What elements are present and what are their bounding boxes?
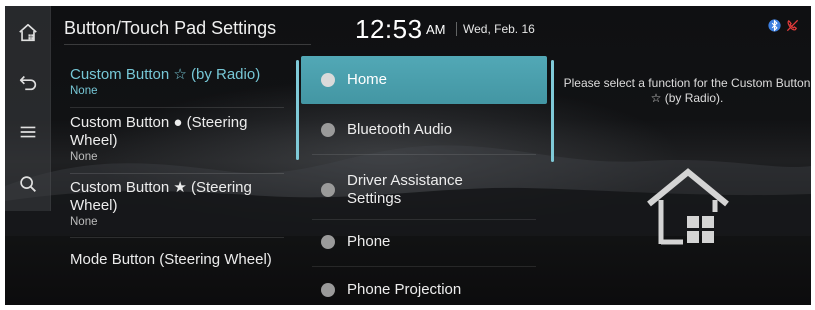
radio-selected-icon: [321, 73, 335, 87]
search-button[interactable]: [5, 161, 51, 207]
option-driver-assistance[interactable]: Driver Assistance Settings: [301, 161, 547, 219]
back-button[interactable]: [5, 59, 51, 105]
nav-rail: [5, 6, 51, 211]
phone-muted-icon: [786, 19, 799, 32]
option-label: Home: [347, 71, 388, 88]
clock-time: 12:53: [355, 14, 423, 44]
setting-label: Mode Button (Steering Wheel): [70, 251, 272, 268]
setting-divider: [70, 173, 284, 174]
home-button[interactable]: [5, 10, 51, 56]
setting-custom-button-radio[interactable]: Custom Button ☆ (by Radio) None: [70, 66, 290, 97]
title-divider: [64, 44, 311, 45]
setting-custom-button-steering-star[interactable]: Custom Button ★ (Steering Wheel) None: [70, 179, 290, 228]
setting-value: None: [70, 151, 98, 163]
options-scrollbar[interactable]: [551, 60, 554, 162]
option-bluetooth-audio[interactable]: Bluetooth Audio: [301, 106, 547, 154]
setting-label: Custom Button ● (Steering Wheel): [70, 114, 248, 149]
back-icon: [19, 75, 37, 91]
option-phone[interactable]: Phone: [301, 218, 547, 266]
option-label: Phone: [347, 233, 391, 250]
radio-icon: [321, 235, 335, 249]
option-label: Bluetooth Audio: [347, 121, 453, 138]
option-label: Phone Projection: [347, 281, 462, 298]
setting-divider: [70, 107, 284, 108]
bluetooth-icon: [768, 19, 781, 32]
info-text: Please select a function for the Custom …: [563, 76, 811, 105]
clock-date: Wed, Feb. 16: [463, 22, 535, 36]
clock-ampm: AM: [426, 22, 446, 37]
status-icons: [767, 18, 800, 33]
setting-label: Custom Button ★ (Steering Wheel): [70, 179, 252, 214]
setting-value: None: [70, 216, 98, 228]
option-divider: [312, 154, 536, 155]
setting-value: None: [70, 85, 98, 97]
radio-icon: [321, 283, 335, 297]
radio-icon: [321, 183, 335, 197]
setting-custom-button-steering-circle[interactable]: Custom Button ● (Steering Wheel) None: [70, 114, 290, 163]
option-home[interactable]: Home: [301, 56, 547, 104]
menu-icon: [20, 126, 36, 138]
radio-icon: [321, 123, 335, 137]
home-icon: [19, 23, 37, 42]
setting-label: Custom Button ☆ (by Radio): [70, 66, 261, 83]
header-separator: [456, 22, 457, 36]
infotainment-screen: Button/Touch Pad Settings 12:53 AM Wed, …: [5, 6, 811, 305]
setting-divider: [70, 237, 284, 238]
settings-scrollbar[interactable]: [296, 60, 299, 160]
page-title: Button/Touch Pad Settings: [64, 18, 277, 38]
menu-button[interactable]: [5, 109, 51, 155]
setting-mode-button[interactable]: Mode Button (Steering Wheel): [70, 251, 290, 269]
option-label: Driver Assistance Settings: [347, 172, 463, 207]
search-icon: [20, 176, 36, 192]
home-preview-icon: [647, 168, 729, 245]
option-phone-projection[interactable]: Phone Projection: [301, 266, 547, 305]
